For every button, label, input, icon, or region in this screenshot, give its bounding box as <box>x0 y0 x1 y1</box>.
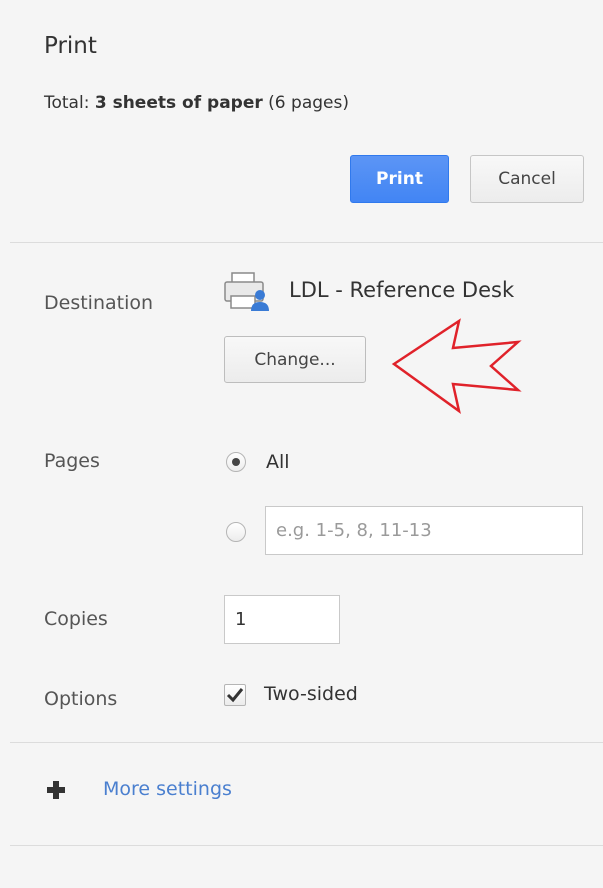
change-destination-button[interactable]: Change... <box>224 336 366 383</box>
plus-icon[interactable] <box>44 778 68 802</box>
total-summary: Total: 3 sheets of paper (6 pages) <box>44 93 349 113</box>
more-settings-link[interactable]: More settings <box>103 778 232 800</box>
pages-range-radio[interactable] <box>226 522 246 542</box>
two-sided-checkbox[interactable] <box>224 684 246 706</box>
pages-label: Pages <box>44 450 100 472</box>
network-printer-icon <box>224 272 269 311</box>
print-header: Print Total: 3 sheets of paper (6 pages)… <box>0 0 603 242</box>
options-divider <box>10 742 603 743</box>
total-sheets: 3 sheets of paper <box>94 93 263 113</box>
footer-divider <box>10 845 603 846</box>
destination-label: Destination <box>44 292 154 314</box>
header-divider <box>10 242 603 243</box>
copies-label: Copies <box>44 608 108 630</box>
options-label: Options <box>44 688 118 710</box>
pages-all-label: All <box>266 451 290 473</box>
total-prefix: Total: <box>44 93 90 113</box>
radio-selected-dot <box>232 458 240 466</box>
pages-range-input[interactable] <box>265 506 583 555</box>
dialog-title: Print <box>44 33 97 59</box>
copies-input[interactable] <box>224 595 340 644</box>
printer-name: LDL - Reference Desk <box>289 278 515 302</box>
red-arrow-annotation <box>391 318 522 414</box>
total-pages: (6 pages) <box>268 93 349 113</box>
checkmark-icon <box>226 688 244 703</box>
print-button[interactable]: Print <box>350 155 449 203</box>
two-sided-label: Two-sided <box>264 683 358 705</box>
cancel-button[interactable]: Cancel <box>470 155 584 203</box>
pages-all-radio[interactable] <box>226 452 246 472</box>
